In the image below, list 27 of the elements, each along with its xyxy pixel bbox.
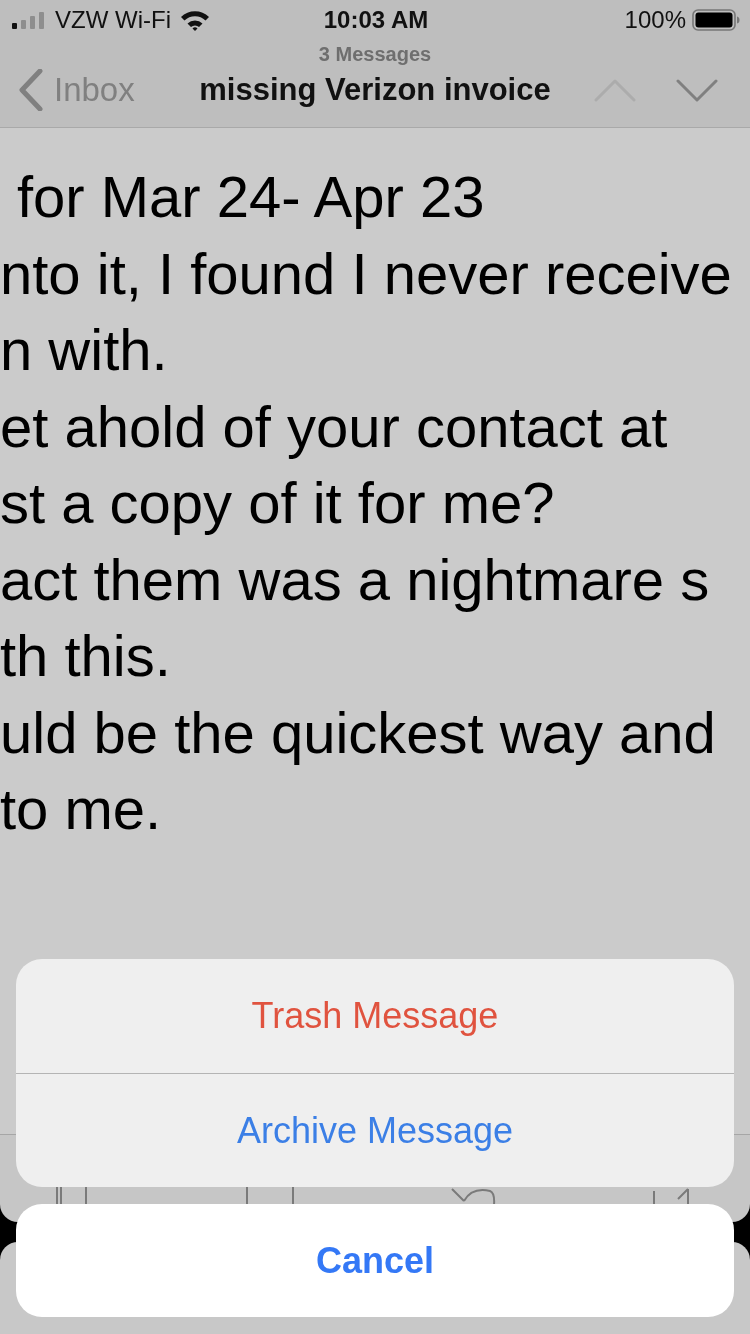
message-text-line: for Mar 24- Apr 23 [16, 163, 486, 231]
toolbar-icon[interactable] [450, 1187, 497, 1205]
action-sheet-option[interactable]: Archive Message [16, 1073, 734, 1187]
toolbar-icon[interactable] [55, 1187, 89, 1205]
battery-icon [692, 9, 740, 31]
message-text-line: n with. [0, 316, 169, 384]
message-text-line: et ahold of your contact at [0, 392, 669, 461]
carrier-name: VZW Wi-Fi [55, 6, 171, 34]
back-chevron-icon [18, 69, 44, 111]
back-button[interactable]: Inbox [18, 69, 135, 111]
message-count: 3 Messages [317, 42, 433, 66]
cancel-button[interactable]: Cancel [16, 1204, 734, 1317]
toolbar-icon[interactable] [244, 1187, 295, 1205]
message-text-line: nto it, I found I never receive [0, 239, 733, 308]
battery-percentage: 100% [624, 6, 686, 34]
message-text-line: th this. [0, 622, 172, 690]
signal-icon [12, 11, 46, 29]
message-subject: missing Verizon invoice [199, 72, 551, 108]
down-chevron-icon[interactable] [676, 77, 718, 103]
status-time: 10:03 AM [323, 6, 429, 34]
message-text-line: uld be the quickest way and [0, 698, 717, 767]
message-text-line: st a copy of it for me? [0, 469, 556, 537]
message-text-line: to me. [0, 775, 163, 843]
action-sheet-option[interactable]: Trash Message [16, 959, 734, 1073]
wifi-icon [179, 9, 210, 31]
toolbar-icon[interactable] [651, 1187, 690, 1205]
message-text-line: act them was a nightmare s [0, 545, 711, 614]
